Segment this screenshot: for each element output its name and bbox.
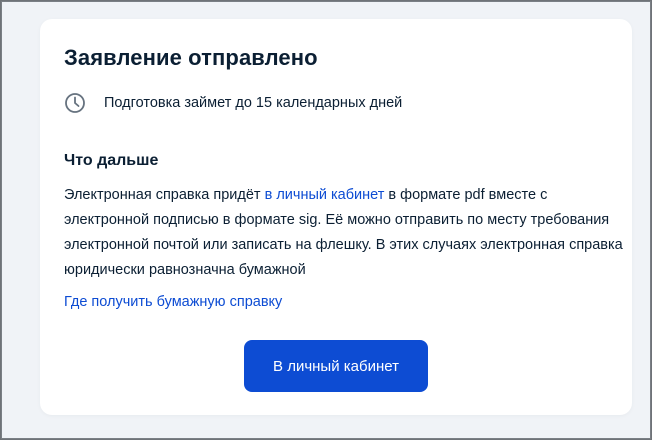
page-title: Заявление отправлено	[64, 45, 318, 70]
clock-icon	[64, 92, 86, 114]
next-steps-description: Электронная справка придёт в личный каби…	[64, 183, 624, 283]
description-text-start: Электронная справка придёт	[64, 187, 265, 203]
status-card: Заявление отправлено Подготовка займет д…	[40, 19, 632, 415]
processing-time-text: Подготовка займет до 15 календарных дней	[104, 95, 403, 111]
go-to-personal-account-button[interactable]: В личный кабинет	[244, 340, 428, 392]
personal-account-inline-link[interactable]: в личный кабинет	[265, 187, 385, 203]
processing-time-row: Подготовка займет до 15 календарных дней	[64, 92, 402, 114]
paper-certificate-link[interactable]: Где получить бумажную справку	[64, 291, 282, 313]
next-steps-heading: Что дальше	[64, 152, 159, 169]
